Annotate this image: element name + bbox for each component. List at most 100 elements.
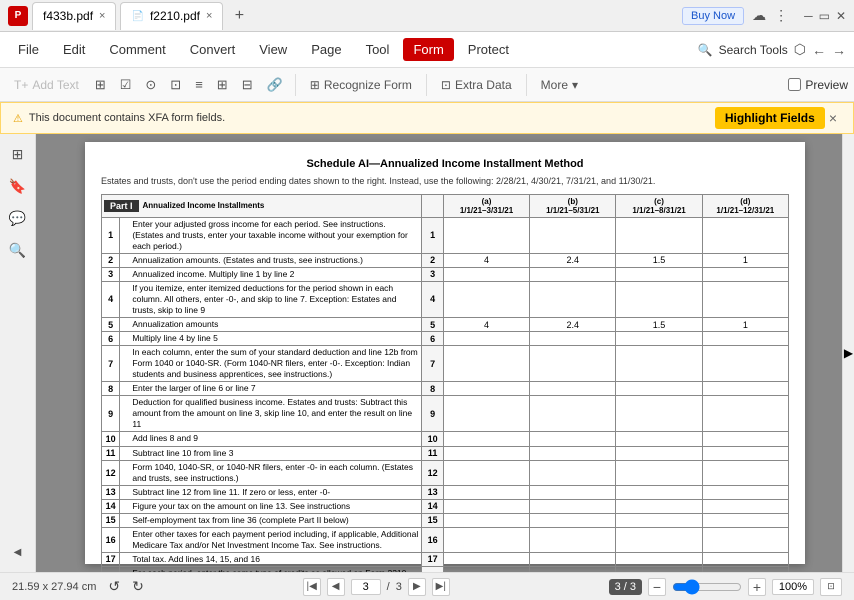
row-data-cell[interactable] <box>530 281 616 317</box>
row-data-cell[interactable] <box>443 267 529 281</box>
row-data-cell[interactable] <box>530 499 616 513</box>
forward-icon[interactable]: → <box>832 42 846 58</box>
row-data-cell[interactable]: 1 <box>702 253 788 267</box>
row-data-cell[interactable] <box>702 485 788 499</box>
row-data-cell[interactable] <box>443 281 529 317</box>
row-data-cell[interactable] <box>616 552 702 566</box>
row-data-cell[interactable] <box>530 432 616 446</box>
row-data-cell[interactable] <box>530 382 616 396</box>
row-data-cell[interactable] <box>616 382 702 396</box>
row-data-cell[interactable] <box>443 382 529 396</box>
row-data-cell[interactable] <box>443 446 529 460</box>
row-data-cell[interactable] <box>616 432 702 446</box>
toolbar-icon-5[interactable]: ≡ <box>189 74 209 95</box>
new-tab-button[interactable]: + <box>227 4 251 28</box>
row-data-cell[interactable] <box>616 217 702 253</box>
menu-comment[interactable]: Comment <box>99 38 175 61</box>
menu-form[interactable]: Form <box>403 38 453 61</box>
row-data-cell[interactable] <box>702 281 788 317</box>
buy-now-button[interactable]: Buy Now <box>682 7 744 25</box>
menu-tool[interactable]: Tool <box>356 38 400 61</box>
row-data-cell[interactable] <box>530 267 616 281</box>
search-tools-label[interactable]: Search Tools <box>719 43 788 57</box>
toolbar-icon-2[interactable]: ☑ <box>114 74 138 96</box>
row-data-cell[interactable] <box>530 460 616 485</box>
row-data-cell[interactable]: 1.5 <box>616 318 702 332</box>
notification-close-button[interactable]: × <box>825 110 841 126</box>
back-icon[interactable]: ← <box>812 42 826 58</box>
row-data-cell[interactable] <box>443 396 529 432</box>
row-data-cell[interactable] <box>616 281 702 317</box>
menu-file[interactable]: File <box>8 38 49 61</box>
row-data-cell[interactable] <box>530 332 616 346</box>
row-data-cell[interactable] <box>443 332 529 346</box>
row-data-cell[interactable] <box>702 217 788 253</box>
row-data-cell[interactable] <box>530 446 616 460</box>
row-data-cell[interactable] <box>443 499 529 513</box>
toolbar-icon-4[interactable]: ⊡ <box>164 74 187 96</box>
row-data-cell[interactable]: 4 <box>443 318 529 332</box>
row-data-cell[interactable] <box>530 566 616 572</box>
row-data-cell[interactable]: 1 <box>702 318 788 332</box>
row-data-cell[interactable] <box>616 499 702 513</box>
row-data-cell[interactable] <box>616 485 702 499</box>
row-data-cell[interactable] <box>616 513 702 527</box>
maximize-icon[interactable]: ▭ <box>819 9 830 23</box>
tab-f2210[interactable]: 📄 f2210.pdf × <box>120 2 223 30</box>
external-link-icon[interactable]: ⬡ <box>794 41 806 58</box>
recognize-form-button[interactable]: ⊞ Recognize Form <box>302 75 420 95</box>
row-data-cell[interactable] <box>702 267 788 281</box>
row-data-cell[interactable] <box>616 332 702 346</box>
extra-data-button[interactable]: ⊡ Extra Data <box>433 75 520 95</box>
nav-last-button[interactable]: ▶| <box>432 578 450 596</box>
row-data-cell[interactable] <box>616 566 702 572</box>
row-data-cell[interactable] <box>443 460 529 485</box>
nav-first-button[interactable]: |◀ <box>303 578 321 596</box>
row-data-cell[interactable] <box>530 217 616 253</box>
row-data-cell[interactable] <box>702 396 788 432</box>
row-data-cell[interactable] <box>616 527 702 552</box>
toolbar-icon-7[interactable]: ⊟ <box>236 74 259 96</box>
toolbar-icon-6[interactable]: ⊞ <box>211 74 234 96</box>
menu-dots-icon[interactable]: ⋮ <box>774 7 788 24</box>
row-data-cell[interactable] <box>702 446 788 460</box>
row-data-cell[interactable] <box>616 346 702 382</box>
row-data-cell[interactable]: 2.4 <box>530 253 616 267</box>
row-data-cell[interactable] <box>443 485 529 499</box>
row-data-cell[interactable] <box>530 527 616 552</box>
menu-convert[interactable]: Convert <box>180 38 246 61</box>
zoom-out-button[interactable]: − <box>648 578 666 596</box>
row-data-cell[interactable] <box>443 432 529 446</box>
toolbar-icon-1[interactable]: ⊞ <box>89 74 112 96</box>
sidebar-collapse-icon[interactable]: ◀ <box>6 540 30 564</box>
minimize-icon[interactable]: ─ <box>804 9 813 23</box>
sidebar-pages-icon[interactable]: ⊞ <box>6 142 30 166</box>
row-data-cell[interactable] <box>702 513 788 527</box>
row-data-cell[interactable] <box>702 499 788 513</box>
row-data-cell[interactable] <box>530 485 616 499</box>
menu-protect[interactable]: Protect <box>458 38 519 61</box>
preview-checkbox-container[interactable]: Preview <box>788 78 848 92</box>
fit-page-button[interactable]: ⊡ <box>820 578 842 596</box>
close-icon[interactable]: ✕ <box>836 9 846 23</box>
sidebar-search-icon[interactable]: 🔍 <box>6 238 30 262</box>
row-data-cell[interactable] <box>616 460 702 485</box>
row-data-cell[interactable] <box>443 566 529 572</box>
row-data-cell[interactable] <box>530 396 616 432</box>
rotate-right-icon[interactable]: ↻ <box>132 578 144 595</box>
row-data-cell[interactable] <box>702 346 788 382</box>
row-data-cell[interactable] <box>443 552 529 566</box>
nav-next-button[interactable]: ▶ <box>408 578 426 596</box>
row-data-cell[interactable] <box>443 217 529 253</box>
zoom-slider[interactable] <box>672 579 742 595</box>
row-data-cell[interactable] <box>616 396 702 432</box>
row-data-cell[interactable] <box>702 552 788 566</box>
row-data-cell[interactable] <box>530 552 616 566</box>
row-data-cell[interactable] <box>702 332 788 346</box>
toolbar-icon-8[interactable]: 🔗 <box>261 74 289 96</box>
preview-checkbox[interactable] <box>788 78 801 91</box>
rotate-left-icon[interactable]: ↺ <box>108 578 120 595</box>
menu-edit[interactable]: Edit <box>53 38 95 61</box>
row-data-cell[interactable] <box>702 460 788 485</box>
row-data-cell[interactable] <box>443 527 529 552</box>
